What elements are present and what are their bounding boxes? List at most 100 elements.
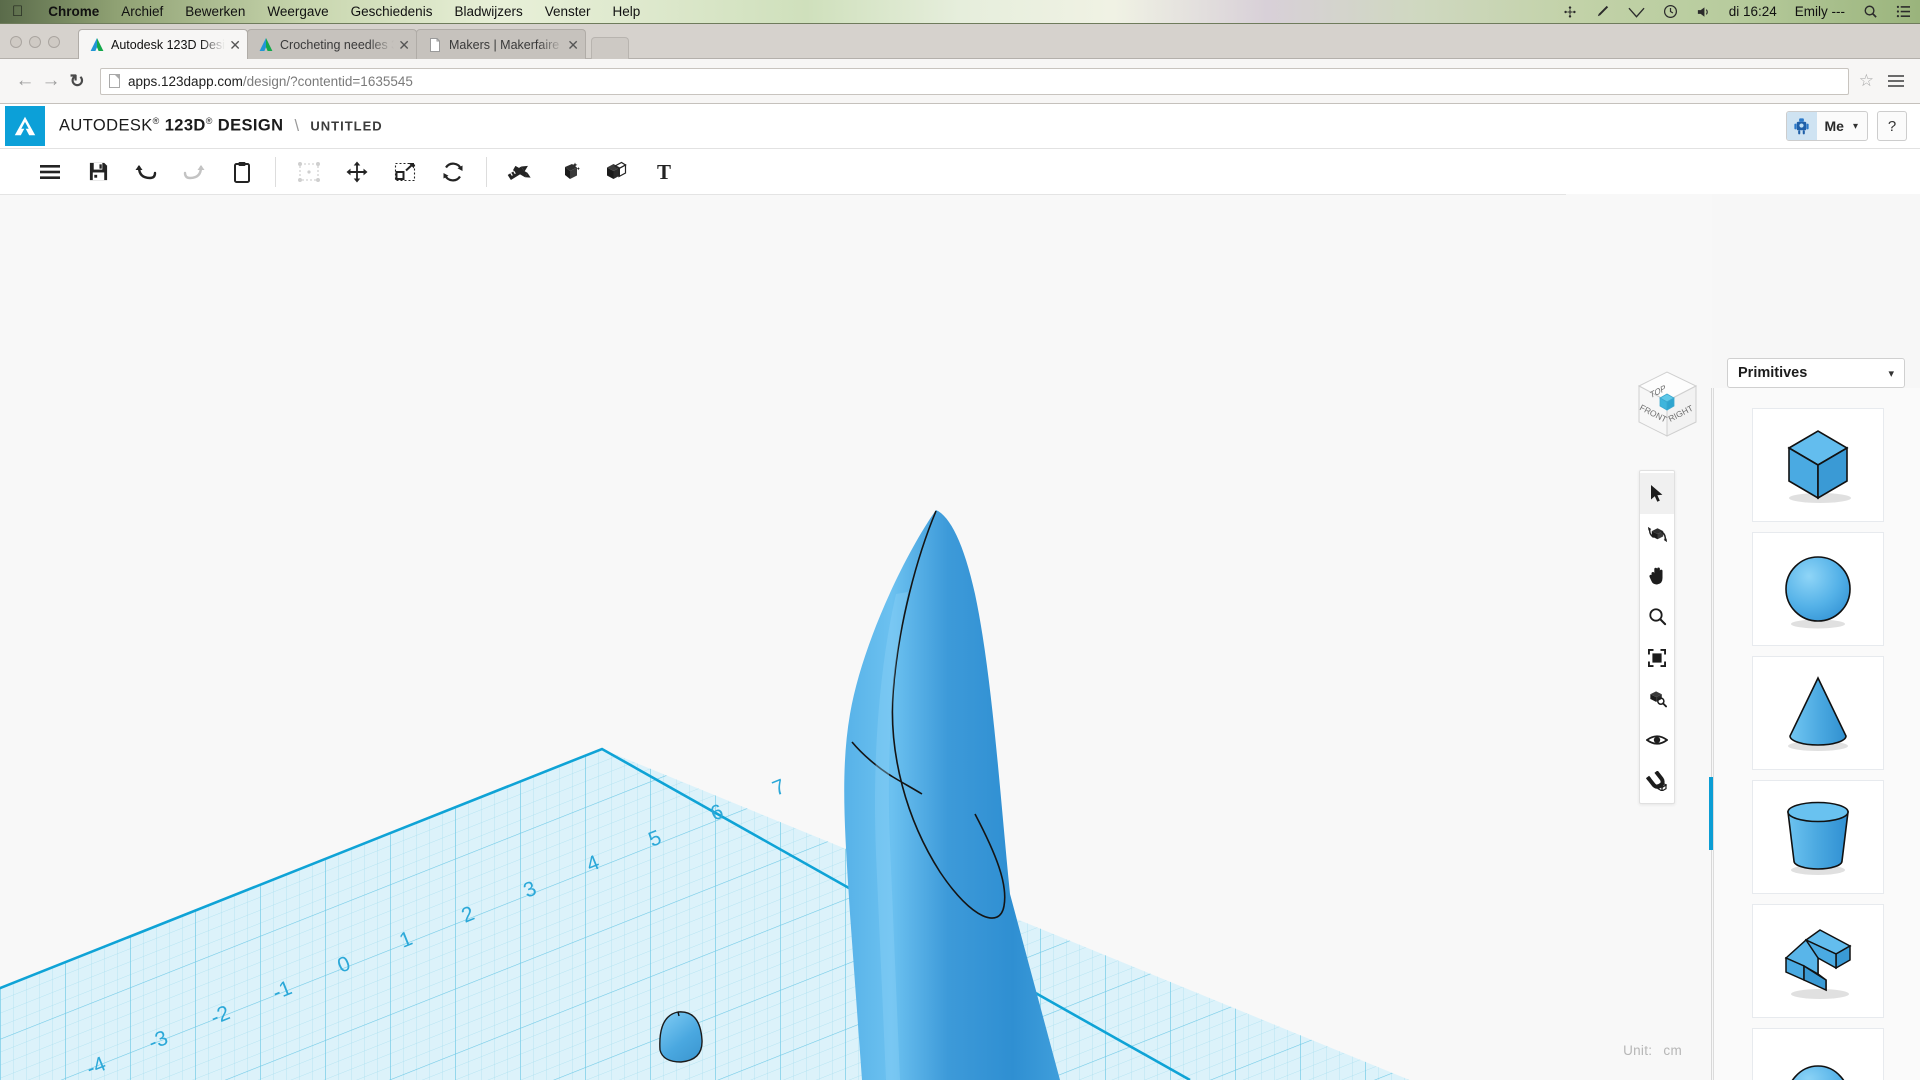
primitives-list (1714, 408, 1920, 1080)
viewport-scroll-rail[interactable] (1711, 388, 1712, 1080)
volume-icon[interactable] (1687, 5, 1720, 19)
forward-arrow-icon[interactable]: → (38, 70, 64, 92)
svg-text:T: T (657, 161, 671, 183)
save-button[interactable] (74, 152, 122, 192)
home-cube-icon[interactable] (1659, 393, 1675, 411)
primitive-cylinder[interactable] (1751, 780, 1884, 894)
close-icon[interactable]: ✕ (563, 38, 579, 52)
pan-tool[interactable] (1640, 555, 1674, 596)
reload-icon[interactable]: ↻ (64, 71, 90, 92)
window-zoom-button[interactable] (48, 36, 60, 48)
select-cursor-tool[interactable] (1640, 473, 1674, 514)
menu-item-archief[interactable]: Archief (110, 4, 174, 19)
time-machine-icon[interactable] (1654, 4, 1687, 19)
bluetooth-icon[interactable] (1554, 5, 1586, 19)
autodesk-favicon (89, 37, 105, 53)
browser-tab-1[interactable]: Crocheting needles 3D Mo ✕ (247, 29, 417, 59)
menu-item-venster[interactable]: Venster (534, 4, 602, 19)
browser-tab-label-1: Crocheting needles 3D Mo (280, 37, 394, 52)
help-button[interactable]: ? (1877, 111, 1907, 141)
brand-autodesk: AUTODESK (59, 116, 153, 135)
panel-category-select[interactable]: Primitives ▾ (1727, 358, 1905, 388)
small-dome-model[interactable] (659, 1011, 703, 1063)
unit-label-text: Unit: (1623, 1043, 1653, 1058)
menu-item-bewerken[interactable]: Bewerken (174, 4, 256, 19)
unit-value: cm (1663, 1043, 1682, 1058)
pen-tablet-icon[interactable] (1586, 4, 1619, 19)
url-path: /design/?contentid=1635545 (242, 73, 413, 89)
close-icon[interactable]: ✕ (394, 38, 410, 52)
back-arrow-icon[interactable]: ← (12, 70, 38, 92)
brand-design: DESIGN (217, 116, 284, 135)
browser-toolbar: ← → ↻ apps.123dapp.com /design/?contenti… (0, 59, 1920, 104)
menu-item-bladwijzers[interactable]: Bladwijzers (443, 4, 533, 19)
undo-button[interactable] (122, 152, 170, 192)
wifi-icon[interactable] (1619, 5, 1654, 18)
new-tab-button[interactable] (591, 37, 629, 59)
browser-tab-0[interactable]: Autodesk 123D Design ✕ (78, 29, 248, 59)
rotate-tool-button[interactable] (429, 152, 477, 192)
zoom-object-icon[interactable] (1640, 678, 1674, 719)
scale-tool-button[interactable] (381, 152, 429, 192)
menubar-clock[interactable]: di 16:24 (1720, 4, 1786, 19)
brand-123d: 123D (164, 116, 206, 135)
move-tool-button[interactable] (333, 152, 381, 192)
combine-tool-button[interactable] (592, 152, 640, 192)
address-bar[interactable]: apps.123dapp.com /design/?contentid=1635… (100, 67, 1849, 95)
close-icon[interactable]: ✕ (225, 38, 241, 52)
brand-registered-1: ® (152, 116, 160, 127)
menu-item-geschiedenis[interactable]: Geschiedenis (340, 4, 444, 19)
robot-avatar-icon (1786, 112, 1817, 140)
spotlight-search-icon[interactable] (1854, 4, 1887, 19)
page-icon (109, 74, 120, 88)
sketch-tool-button[interactable] (496, 152, 544, 192)
select-tool-button (285, 152, 333, 192)
apple-icon[interactable]:  (0, 4, 37, 19)
window-close-button[interactable] (10, 36, 22, 48)
menu-button[interactable] (26, 152, 74, 192)
document-title[interactable]: UNTITLED (310, 119, 382, 134)
autodesk-logo-icon[interactable] (5, 106, 45, 146)
omnibar-actions: ☆ (1859, 71, 1908, 91)
menu-item-chrome[interactable]: Chrome (37, 4, 110, 19)
toolbar-group-file (26, 149, 266, 194)
autodesk-favicon (258, 37, 274, 53)
primitive-wedge[interactable] (1751, 904, 1884, 1018)
view-cube[interactable]: TOP FRONT RIGHT (1619, 360, 1712, 452)
menu-item-help[interactable]: Help (602, 4, 652, 19)
grid-plane[interactable]: -5 -4 -3 -2 -1 0 1 2 3 4 5 6 7 (0, 194, 1712, 1080)
grid-label-7: 7 (769, 775, 788, 801)
magnet-snap-icon[interactable] (1640, 760, 1674, 801)
star-icon[interactable]: ☆ (1859, 71, 1874, 91)
header-actions: Me ▾ ? (1785, 111, 1920, 141)
browser-tab-bar: Autodesk 123D Design ✕ Crocheting needle… (0, 24, 1920, 59)
chrome-menu-icon[interactable] (1888, 75, 1904, 87)
app-header: AUTODESK® 123D® DESIGN \ UNTITLED Me ▾ ? (0, 104, 1920, 149)
fit-to-screen-icon[interactable] (1640, 637, 1674, 678)
magnifier-icon[interactable] (1640, 596, 1674, 637)
browser-tab-2[interactable]: Makers | Makerfaire Kerkra ✕ (416, 29, 586, 59)
page-favicon (427, 37, 443, 53)
account-menu-button[interactable]: Me ▾ (1785, 111, 1868, 141)
window-minimize-button[interactable] (29, 36, 41, 48)
window-traffic-lights (10, 36, 60, 48)
primitive-cone[interactable] (1751, 656, 1884, 770)
paste-button[interactable] (218, 152, 266, 192)
toolbar-group-transform (285, 149, 477, 194)
orbit-tool[interactable] (1640, 514, 1674, 555)
eye-icon[interactable] (1640, 719, 1674, 760)
chevron-down-icon: ▾ (1888, 367, 1894, 380)
primitive-sphere[interactable] (1751, 532, 1884, 646)
menu-item-weergave[interactable]: Weergave (256, 4, 339, 19)
primitive-box[interactable] (1751, 408, 1884, 522)
tab-strip: Autodesk 123D Design ✕ Crocheting needle… (78, 29, 629, 59)
os-menubar:  Chrome Archief Bewerken Weergave Gesch… (0, 0, 1920, 24)
3d-viewport[interactable]: -5 -4 -3 -2 -1 0 1 2 3 4 5 6 7 (0, 194, 1712, 1080)
crochet-needle-model[interactable] (844, 510, 1060, 1080)
toolbar-separator-2 (486, 156, 487, 187)
text-tool-button[interactable]: T (640, 152, 688, 192)
notification-center-icon[interactable] (1887, 5, 1920, 18)
primitive-hemisphere[interactable] (1751, 1028, 1884, 1080)
menubar-user[interactable]: Emily --- (1786, 4, 1854, 19)
construct-tool-button[interactable] (544, 152, 592, 192)
